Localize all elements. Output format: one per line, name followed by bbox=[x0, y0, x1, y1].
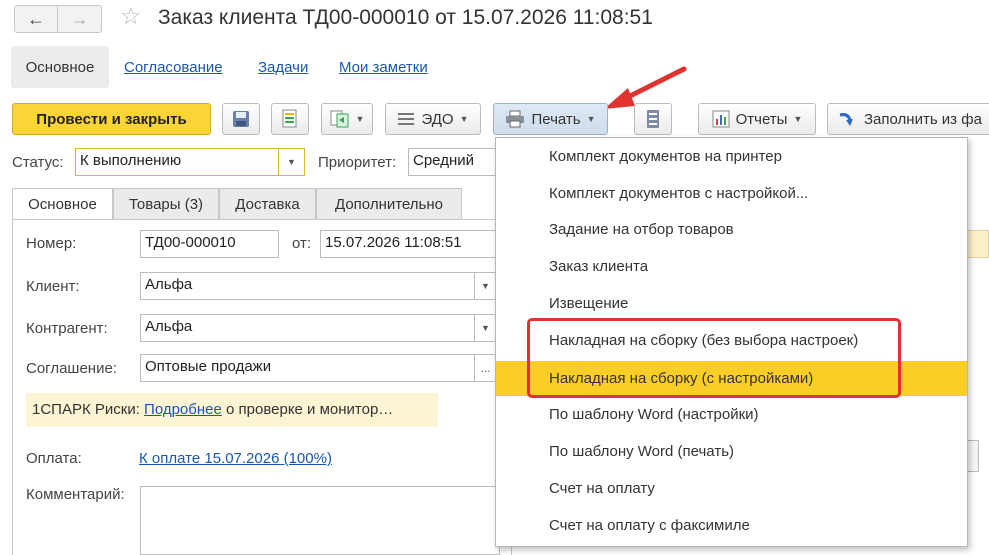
agreement-select-button[interactable]: ... bbox=[475, 354, 497, 382]
contractor-dropdown-button[interactable]: ▼ bbox=[475, 314, 497, 342]
section-tasks-link[interactable]: Задачи bbox=[258, 59, 308, 76]
post-and-close-button[interactable]: Провести и закрыть bbox=[12, 103, 211, 135]
agreement-label: Соглашение: bbox=[26, 360, 117, 377]
menu-item[interactable]: Комплект документов с настройкой... bbox=[496, 176, 967, 211]
chevron-down-icon: ▼ bbox=[459, 114, 469, 124]
spark-notice: 1СПАРК Риски: Подробнее о проверке и мон… bbox=[26, 393, 438, 427]
reports-button[interactable]: Отчеты ▼ bbox=[698, 103, 816, 135]
comment-field[interactable] bbox=[140, 486, 500, 555]
tab-additional[interactable]: Дополнительно bbox=[316, 188, 462, 220]
menu-item[interactable]: Комплект документов на принтер bbox=[496, 139, 967, 174]
client-label: Клиент: bbox=[26, 278, 80, 295]
back-button[interactable]: ← bbox=[14, 5, 58, 33]
more-icon: ... bbox=[480, 361, 491, 375]
contractor-label: Контрагент: bbox=[26, 320, 108, 337]
fill-from-label: Заполнить из фа bbox=[864, 110, 982, 128]
star-icon[interactable]: ☆ bbox=[120, 2, 142, 31]
arrow-left-icon: ← bbox=[27, 8, 45, 29]
comment-label: Комментарий: bbox=[26, 486, 125, 503]
priority-label: Приоритет: bbox=[318, 154, 397, 171]
printer-icon bbox=[506, 110, 525, 128]
chevron-down-icon: ▼ bbox=[481, 281, 490, 291]
right-panel-button[interactable] bbox=[967, 440, 979, 472]
date-field[interactable]: 15.07.2026 11:08:51 bbox=[320, 230, 498, 258]
spark-details-link[interactable]: Подробнее bbox=[144, 401, 222, 418]
menu-item[interactable]: Извещение bbox=[496, 286, 967, 321]
chevron-down-icon: ▼ bbox=[481, 323, 490, 333]
print-label: Печать bbox=[531, 110, 581, 128]
list-icon bbox=[647, 110, 659, 128]
page-title: Заказ клиента ТД00-000010 от 15.07.2026 … bbox=[158, 6, 653, 29]
post-button[interactable] bbox=[271, 103, 309, 135]
number-field[interactable]: ТД00-000010 bbox=[140, 230, 279, 258]
create-based-icon bbox=[330, 110, 349, 128]
save-button[interactable] bbox=[222, 103, 260, 135]
priority-field[interactable]: Средний bbox=[408, 148, 498, 176]
arrow-right-icon: → bbox=[70, 8, 89, 29]
chevron-down-icon: ▼ bbox=[287, 157, 296, 167]
menu-item[interactable]: Счет на оплату bbox=[496, 471, 967, 506]
menu-item[interactable]: Счет на оплату с факсимиле bbox=[496, 508, 967, 543]
spark-suffix: о проверке и монитор… bbox=[226, 401, 394, 418]
tab-goods[interactable]: Товары (3) bbox=[113, 188, 219, 220]
menu-item[interactable]: Задание на отбор товаров bbox=[496, 212, 967, 247]
payment-label: Оплата: bbox=[26, 450, 82, 467]
section-main[interactable]: Основное bbox=[11, 46, 109, 88]
edo-label: ЭДО bbox=[421, 110, 454, 128]
tab-delivery[interactable]: Доставка bbox=[219, 188, 316, 220]
fill-arrow-icon bbox=[839, 113, 853, 126]
section-approval-link[interactable]: Согласование bbox=[124, 59, 223, 76]
forward-button[interactable]: → bbox=[58, 5, 102, 33]
edo-button[interactable]: ЭДО ▼ bbox=[385, 103, 481, 135]
tab-main[interactable]: Основное bbox=[12, 188, 113, 220]
status-dropdown-button[interactable]: ▼ bbox=[279, 148, 305, 176]
save-icon bbox=[233, 111, 249, 127]
client-field[interactable]: Альфа bbox=[140, 272, 475, 300]
section-notes-link[interactable]: Мои заметки bbox=[339, 59, 428, 76]
date-label: от: bbox=[292, 235, 312, 252]
status-label: Статус: bbox=[12, 154, 64, 171]
post-document-icon bbox=[282, 109, 297, 128]
chevron-down-icon: ▼ bbox=[586, 114, 596, 124]
agreement-field[interactable]: Оптовые продажи bbox=[140, 354, 475, 382]
contractor-field[interactable]: Альфа bbox=[140, 314, 475, 342]
menu-item[interactable]: По шаблону Word (настройки) bbox=[496, 397, 967, 432]
status-field[interactable]: К выполнению bbox=[75, 148, 279, 176]
menu-item[interactable]: Заказ клиента bbox=[496, 249, 967, 284]
menu-item[interactable]: По шаблону Word (печать) bbox=[496, 434, 967, 469]
right-panel-field bbox=[967, 230, 989, 258]
fill-from-button[interactable]: Заполнить из фа bbox=[827, 103, 989, 135]
chevron-down-icon: ▼ bbox=[355, 114, 365, 124]
payment-link[interactable]: К оплате 15.07.2026 (100%) bbox=[139, 450, 332, 467]
create-based-on-button[interactable]: ▼ bbox=[321, 103, 373, 135]
print-button[interactable]: Печать ▼ bbox=[493, 103, 608, 135]
spark-prefix: 1СПАРК Риски: bbox=[32, 401, 140, 418]
client-dropdown-button[interactable]: ▼ bbox=[475, 272, 497, 300]
annotation-highlight-box bbox=[527, 318, 901, 398]
structure-button[interactable] bbox=[634, 103, 672, 135]
chevron-down-icon: ▼ bbox=[793, 114, 803, 124]
report-chart-icon bbox=[712, 110, 730, 128]
reports-label: Отчеты bbox=[735, 110, 788, 128]
edo-icon bbox=[398, 113, 415, 125]
number-label: Номер: bbox=[26, 235, 77, 252]
